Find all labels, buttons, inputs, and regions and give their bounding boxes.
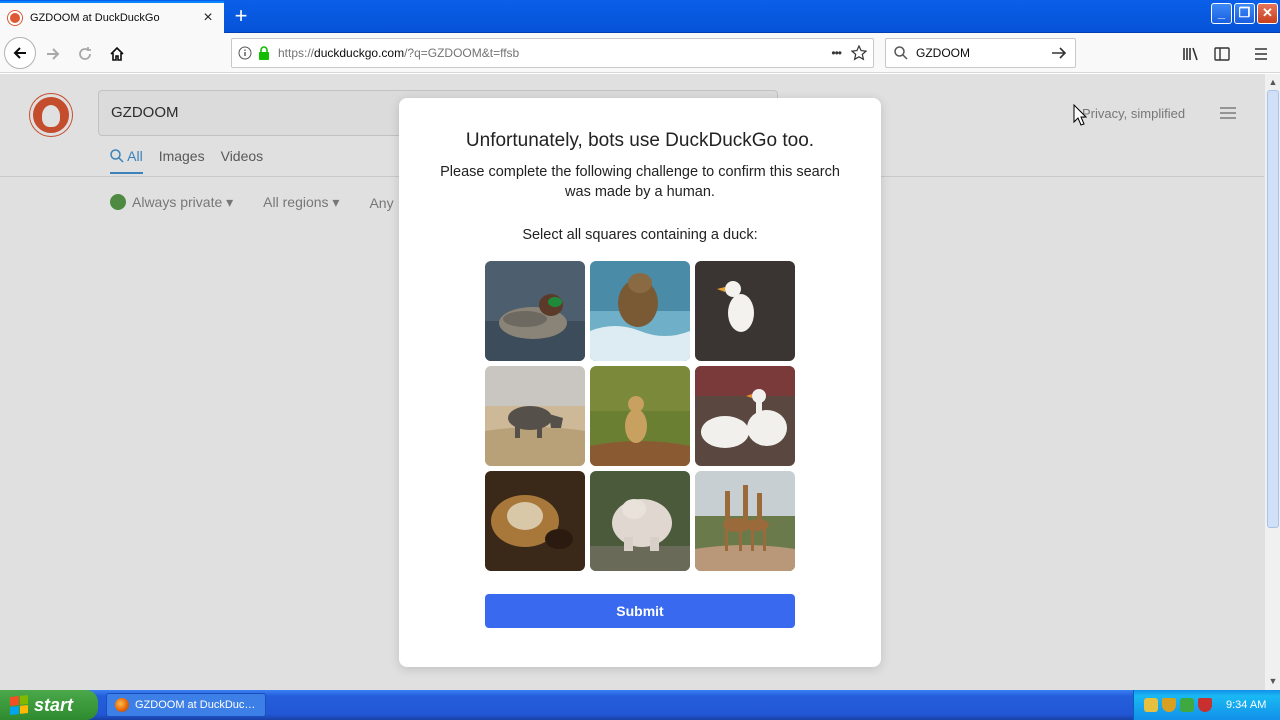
network-icon[interactable] [1144,698,1158,712]
captcha-tile-white-ducks[interactable] [695,366,795,466]
captcha-tile-lion[interactable] [590,366,690,466]
library-button[interactable] [1178,41,1204,67]
page-content: GZDOOM All Images Videos Always private … [0,74,1264,690]
browser-tab[interactable]: GZDOOM at DuckDuckGo × [0,1,224,33]
url-bar[interactable]: https://duckduckgo.com/?q=GZDOOM&t=ffsb … [231,38,874,68]
captcha-tile-polar-bear[interactable] [590,471,690,571]
home-icon [110,46,124,61]
close-window-button[interactable]: ✕ [1257,3,1278,24]
captcha-tile-rhino[interactable] [485,366,585,466]
duckduckgo-favicon-icon [8,11,22,25]
go-arrow-icon[interactable] [1051,46,1067,60]
new-tab-button[interactable]: + [228,4,254,30]
search-icon [894,46,908,60]
library-icon [1183,47,1198,61]
mouse-cursor-icon [1073,104,1087,126]
taskbar: start GZDOOM at DuckDuc… 9:34 AM [0,690,1280,720]
modal-title: Unfortunately, bots use DuckDuckGo too. [465,130,815,151]
clock[interactable]: 9:34 AM [1226,699,1266,711]
captcha-modal: Unfortunately, bots use DuckDuckGo too. … [399,98,881,667]
captcha-tile-bear-water[interactable] [590,261,690,361]
reload-icon [79,47,91,60]
close-tab-icon[interactable]: × [200,9,216,27]
windows-flag-icon [10,695,28,715]
search-bar[interactable]: GZDOOM [885,38,1076,68]
bookmark-star-icon[interactable] [851,45,867,61]
vertical-scrollbar[interactable]: ▲ ▼ [1264,74,1280,690]
scroll-up-icon[interactable]: ▲ [1266,75,1280,89]
antivirus-shield-icon[interactable] [1198,698,1212,712]
forward-button[interactable] [40,41,66,67]
start-button[interactable]: start [0,690,98,720]
sidebar-icon [1214,47,1230,61]
arrow-right-icon [47,48,60,60]
firefox-icon [115,698,129,712]
url-text[interactable]: https://duckduckgo.com/?q=GZDOOM&t=ffsb [278,46,831,60]
taskbar-firefox-item[interactable]: GZDOOM at DuckDuc… [106,693,266,717]
modal-subtitle: Please complete the following challenge … [440,164,840,200]
captcha-grid [485,261,795,571]
captcha-tile-white-duck[interactable] [695,261,795,361]
tab-title: GZDOOM at DuckDuckGo [30,12,160,24]
info-icon[interactable] [238,46,252,60]
start-label: start [34,694,74,715]
lock-icon [259,46,269,60]
arrow-left-icon [13,47,26,59]
sidebar-button[interactable] [1209,41,1235,67]
browser-navbar: https://duckduckgo.com/?q=GZDOOM&t=ffsb … [0,33,1280,73]
captcha-tile-duck-teal[interactable] [485,261,585,361]
captcha-tile-giraffes[interactable] [695,471,795,571]
search-bar-value[interactable]: GZDOOM [916,46,1051,60]
modal-instruction: Select all squares containing a duck: [522,227,758,243]
captcha-tile-dog[interactable] [485,471,585,571]
security-shield-icon[interactable] [1162,698,1176,712]
reload-button[interactable] [72,41,98,67]
scroll-down-icon[interactable]: ▼ [1266,674,1280,688]
scroll-thumb[interactable] [1267,90,1279,528]
minimize-button[interactable]: _ [1211,3,1232,24]
browser-titlebar: GZDOOM at DuckDuckGo × + _ ❐ ✕ [0,0,1280,33]
taskbar-item-label: GZDOOM at DuckDuc… [135,699,256,711]
update-icon[interactable] [1180,698,1194,712]
system-tray: 9:34 AM [1133,690,1280,720]
hamburger-menu-icon [1255,48,1267,60]
back-button[interactable] [4,37,36,69]
submit-button[interactable]: Submit [485,594,795,628]
page-actions-icon[interactable]: ••• [831,46,842,60]
home-button[interactable] [104,41,130,67]
menu-button[interactable] [1248,41,1274,67]
maximize-button[interactable]: ❐ [1234,3,1255,24]
